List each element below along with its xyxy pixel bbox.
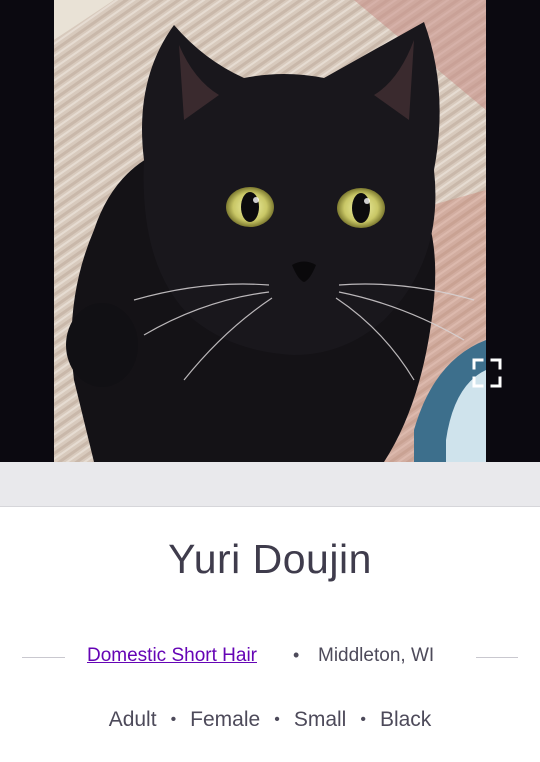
pet-attributes-row: Adult • Female • Small • Black — [0, 708, 540, 732]
divider-right — [476, 657, 518, 658]
separator-dot: • — [293, 645, 300, 665]
pet-photo[interactable] — [54, 0, 486, 462]
age-label: Adult — [108, 708, 157, 731]
separator-dot: • — [170, 711, 177, 728]
sex-label: Female — [190, 708, 261, 731]
pet-profile-page: Yuri Doujin Domestic Short Hair • Middle… — [0, 0, 540, 762]
breed-link[interactable]: Domestic Short Hair — [87, 645, 257, 667]
photo-carousel — [0, 0, 540, 462]
pet-name-heading: Yuri Doujin — [168, 536, 372, 582]
location-text: Middleton, WI — [318, 645, 435, 666]
color-label: Black — [379, 708, 432, 731]
size-label: Small — [293, 708, 347, 731]
divider-left — [22, 657, 65, 658]
breed-location-row: Domestic Short Hair • Middleton, WI — [0, 643, 540, 671]
photo-caption-strip — [0, 462, 540, 507]
fullscreen-expand-icon[interactable] — [470, 356, 504, 390]
black-cat-photo-icon — [54, 0, 486, 462]
separator-dot: • — [360, 711, 366, 728]
separator-dot: • — [274, 711, 280, 728]
